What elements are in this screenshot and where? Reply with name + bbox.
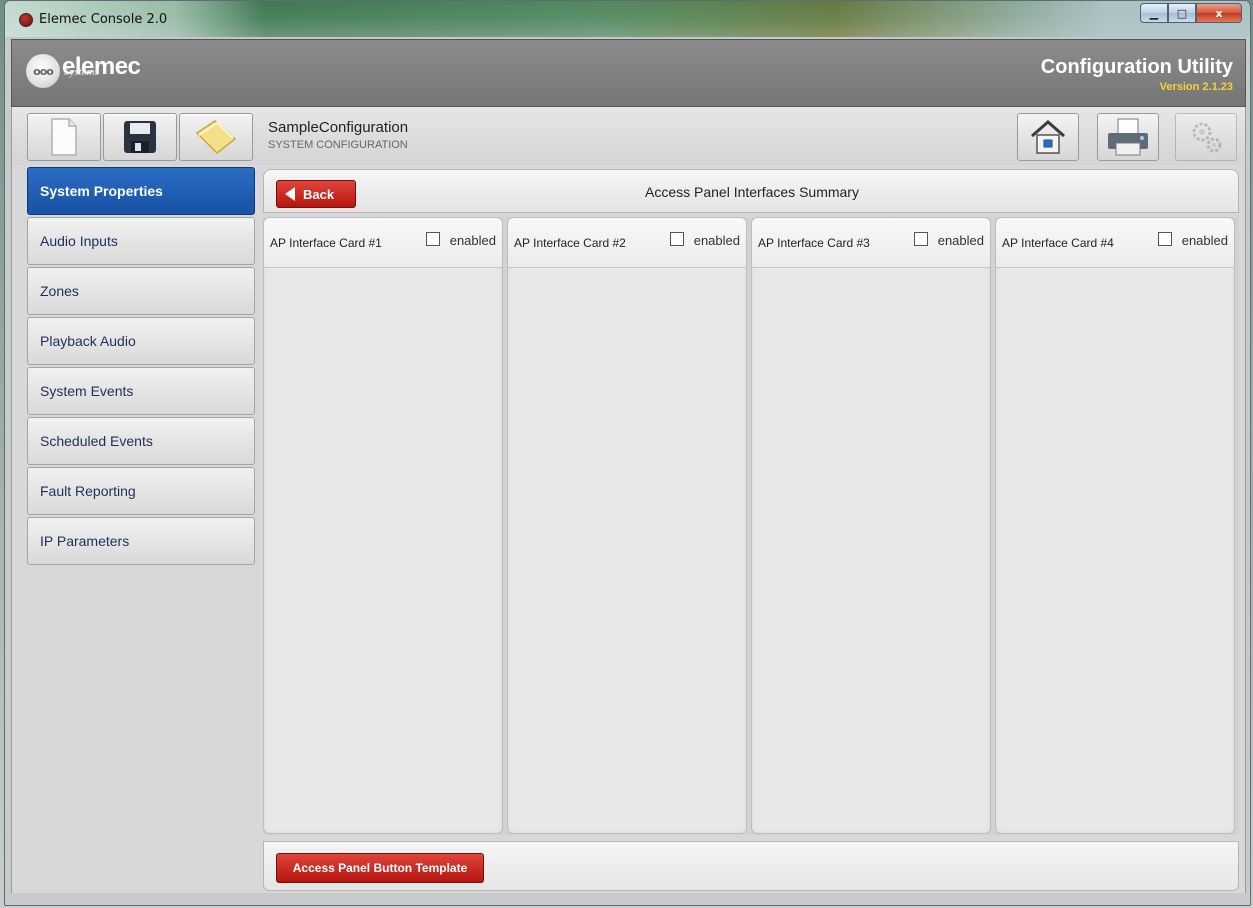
close-button[interactable]: x: [1196, 3, 1242, 23]
back-button[interactable]: Back: [276, 180, 356, 208]
window-title: Elemec Console 2.0: [39, 12, 168, 27]
card-title: AP Interface Card #2: [514, 236, 626, 250]
sidebar: System Properties Audio Inputs Zones Pla…: [11, 165, 261, 893]
logo-subtext: Systems: [64, 66, 99, 78]
logo-mark-icon: ooo: [26, 54, 60, 88]
print-button[interactable]: [1097, 113, 1159, 161]
main-panel: Access Panel Interfaces Summary Back AP …: [261, 165, 1246, 893]
sidebar-item-label: Fault Reporting: [40, 483, 136, 499]
app-header: ooo elemec Systems Configuration Utility…: [11, 39, 1246, 107]
card-header: AP Interface Card #4 enabled: [996, 218, 1234, 268]
window-titlebar[interactable]: Elemec Console 2.0 ▁ □ x: [5, 1, 1250, 37]
close-icon: x: [1215, 6, 1223, 20]
card-header: AP Interface Card #1 enabled: [264, 218, 502, 268]
home-icon: [1031, 120, 1065, 154]
new-document-button[interactable]: [27, 113, 101, 161]
app-window: Elemec Console 2.0 ▁ □ x ooo elemec Syst…: [4, 0, 1251, 906]
save-icon: [124, 121, 156, 153]
card-header: AP Interface Card #3 enabled: [752, 218, 990, 268]
printer-icon: [1108, 118, 1148, 156]
enabled-label[interactable]: enabled: [938, 233, 984, 248]
minimize-button[interactable]: ▁: [1140, 3, 1168, 23]
summary-header: Access Panel Interfaces Summary Back: [263, 169, 1239, 213]
maximize-button[interactable]: □: [1168, 3, 1196, 23]
page-title: Access Panel Interfaces Summary: [645, 184, 859, 200]
summary-footer: Access Panel Button Template: [263, 841, 1239, 891]
config-subtitle: SYSTEM CONFIGURATION: [268, 139, 408, 151]
sidebar-item-label: IP Parameters: [40, 533, 130, 549]
access-panel-button-template-button[interactable]: Access Panel Button Template: [276, 853, 484, 883]
sidebar-item-label: Playback Audio: [40, 333, 136, 349]
sidebar-item-label: Scheduled Events: [40, 433, 153, 449]
card-title: AP Interface Card #1: [270, 236, 382, 250]
enabled-checkbox[interactable]: [670, 232, 684, 246]
new-document-icon: [51, 118, 77, 156]
app-title: Configuration Utility: [1040, 56, 1233, 78]
sidebar-item-audio-inputs[interactable]: Audio Inputs: [27, 217, 255, 265]
ap-interface-card-1: AP Interface Card #1 enabled: [263, 217, 503, 834]
enabled-label[interactable]: enabled: [1182, 233, 1228, 248]
enabled-checkbox[interactable]: [914, 232, 928, 246]
enabled-label[interactable]: enabled: [694, 233, 740, 248]
config-name: SampleConfiguration: [268, 119, 409, 136]
sidebar-item-system-events[interactable]: System Events: [27, 367, 255, 415]
card-title: AP Interface Card #4: [1002, 236, 1114, 250]
toolbar: SampleConfiguration SYSTEM CONFIGURATION: [11, 107, 1246, 165]
gears-icon: [1192, 122, 1222, 153]
card-title: AP Interface Card #3: [758, 236, 870, 250]
sidebar-item-scheduled-events[interactable]: Scheduled Events: [27, 417, 255, 465]
card-grid: AP Interface Card #1 enabled AP Interfac…: [263, 217, 1239, 835]
ap-interface-card-4: AP Interface Card #4 enabled: [995, 217, 1235, 834]
enabled-checkbox[interactable]: [1158, 232, 1172, 246]
open-folder-icon: [195, 120, 237, 154]
minimize-icon: ▁: [1149, 6, 1159, 20]
sidebar-item-playback-audio[interactable]: Playback Audio: [27, 317, 255, 365]
window-controls: ▁ □ x: [1140, 3, 1242, 23]
app-icon: [19, 13, 33, 27]
enabled-checkbox[interactable]: [426, 232, 440, 246]
home-button[interactable]: [1017, 113, 1079, 161]
open-folder-button[interactable]: [179, 113, 253, 161]
sidebar-item-label: Zones: [40, 283, 79, 299]
sidebar-item-zones[interactable]: Zones: [27, 267, 255, 315]
card-header: AP Interface Card #2 enabled: [508, 218, 746, 268]
sidebar-item-ip-parameters[interactable]: IP Parameters: [27, 517, 255, 565]
sidebar-item-label: System Properties: [40, 183, 163, 199]
back-arrow-icon: [285, 187, 295, 201]
enabled-label[interactable]: enabled: [450, 233, 496, 248]
back-button-label: Back: [303, 186, 335, 202]
sidebar-item-label: System Events: [40, 383, 134, 399]
sidebar-item-system-properties[interactable]: System Properties: [27, 167, 255, 215]
maximize-icon: □: [1176, 6, 1188, 20]
ap-interface-card-3: AP Interface Card #3 enabled: [751, 217, 991, 834]
settings-button[interactable]: [1175, 113, 1237, 161]
sidebar-item-label: Audio Inputs: [40, 233, 118, 249]
sidebar-item-fault-reporting[interactable]: Fault Reporting: [27, 467, 255, 515]
ap-interface-card-2: AP Interface Card #2 enabled: [507, 217, 747, 834]
app-version: Version 2.1.23: [1159, 81, 1233, 93]
save-button[interactable]: [103, 113, 177, 161]
